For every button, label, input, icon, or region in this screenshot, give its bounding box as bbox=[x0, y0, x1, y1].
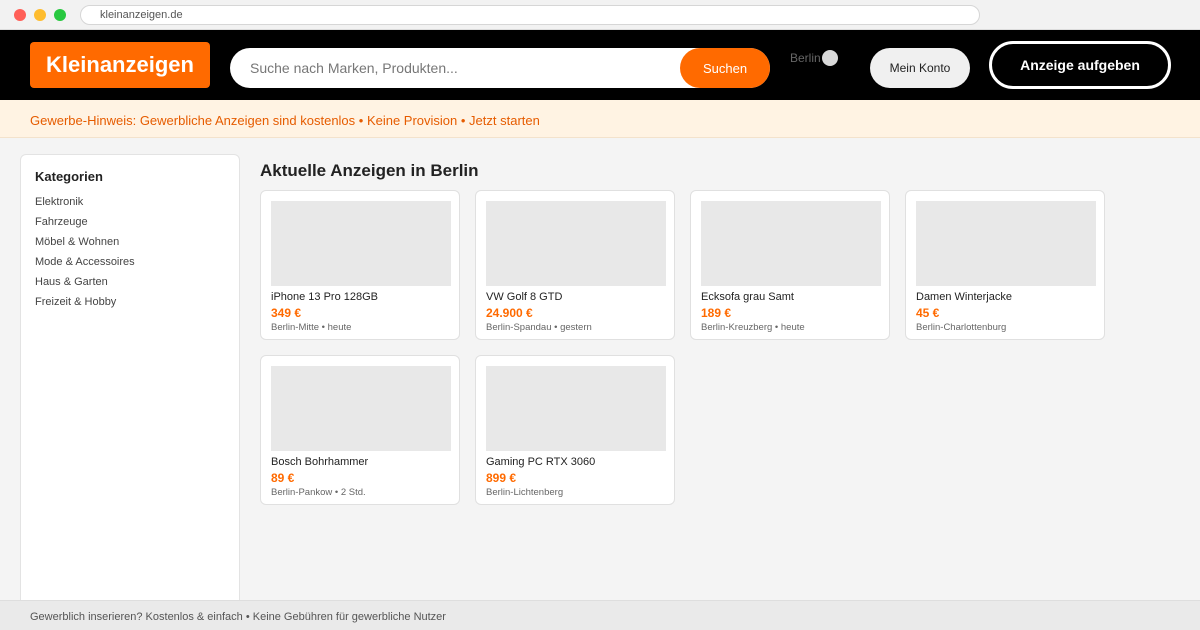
footer-text: Gewerblich inserieren? Kostenlos & einfa… bbox=[30, 611, 446, 623]
category-item-leisure[interactable]: Freizeit & Hobby bbox=[35, 295, 135, 315]
listing-location: Berlin-Lichtenberg bbox=[486, 487, 564, 498]
listing-price: 349 € bbox=[271, 306, 302, 320]
commercial-notice-link[interactable]: Gewerbe-Hinweis: Gewerbliche Anzeigen si… bbox=[30, 113, 540, 128]
notice-banner: Gewerbe-Hinweis: Gewerbliche Anzeigen si… bbox=[0, 100, 1200, 138]
listing-location: Berlin-Pankow • 2 Std. bbox=[271, 487, 366, 498]
listing-card[interactable]: iPhone 13 Pro 128GB 349 € Berlin-Mitte •… bbox=[260, 190, 460, 340]
location-label[interactable]: Berlin bbox=[790, 50, 821, 66]
listing-price: 189 € bbox=[701, 306, 732, 320]
listing-image[interactable] bbox=[271, 366, 451, 451]
listing-title[interactable]: VW Golf 8 GTD bbox=[486, 291, 562, 303]
listing-price: 24.900 € bbox=[486, 306, 533, 320]
address-bar[interactable]: kleinanzeigen.de bbox=[80, 5, 980, 25]
category-item-furniture[interactable]: Möbel & Wohnen bbox=[35, 235, 135, 255]
category-item-fashion[interactable]: Mode & Accessoires bbox=[35, 255, 135, 275]
minimize-window-icon[interactable] bbox=[34, 9, 46, 21]
listing-image[interactable] bbox=[701, 201, 881, 286]
listing-card[interactable]: Gaming PC RTX 3060 899 € Berlin-Lichtenb… bbox=[475, 355, 675, 505]
listing-image[interactable] bbox=[486, 366, 666, 451]
close-window-icon[interactable] bbox=[14, 9, 26, 21]
location-pin-icon[interactable] bbox=[822, 50, 838, 66]
listing-title[interactable]: Gaming PC RTX 3060 bbox=[486, 456, 595, 468]
listing-image[interactable] bbox=[271, 201, 451, 286]
listing-price: 45 € bbox=[916, 306, 940, 320]
site-logo[interactable]: Kleinanzeigen bbox=[30, 42, 210, 88]
listing-image[interactable] bbox=[486, 201, 666, 286]
footer-bar: Gewerblich inserieren? Kostenlos & einfa… bbox=[0, 600, 1200, 630]
category-item-home-garden[interactable]: Haus & Garten bbox=[35, 275, 135, 295]
listing-location: Berlin-Mitte • heute bbox=[271, 322, 352, 333]
listing-location: Berlin-Spandau • gestern bbox=[486, 322, 592, 333]
site-header: Kleinanzeigen Suchen Berlin Mein Konto A… bbox=[0, 30, 1200, 100]
search-input[interactable] bbox=[230, 48, 690, 88]
search-button[interactable]: Suchen bbox=[680, 48, 770, 88]
my-account-button[interactable]: Mein Konto bbox=[870, 48, 970, 88]
listing-card[interactable]: Damen Winterjacke 45 € Berlin-Charlotten… bbox=[905, 190, 1105, 340]
category-sidebar: Kategorien Elektronik Fahrzeuge Möbel & … bbox=[20, 154, 240, 614]
listing-title[interactable]: iPhone 13 Pro 128GB bbox=[271, 291, 378, 303]
listing-title[interactable]: Damen Winterjacke bbox=[916, 291, 1012, 303]
listing-card[interactable]: Ecksofa grau Samt 189 € Berlin-Kreuzberg… bbox=[690, 190, 890, 340]
search-bar: Suche n bbox=[230, 48, 770, 88]
category-item-electronics[interactable]: Elektronik bbox=[35, 195, 135, 215]
post-ad-button[interactable]: Anzeige aufgeben bbox=[989, 41, 1171, 89]
sidebar-title: Kategorien bbox=[35, 169, 103, 184]
listing-card[interactable]: VW Golf 8 GTD 24.900 € Berlin-Spandau • … bbox=[475, 190, 675, 340]
listing-price: 89 € bbox=[271, 471, 295, 485]
listing-price: 899 € bbox=[486, 471, 517, 485]
maximize-window-icon[interactable] bbox=[54, 9, 66, 21]
listing-title[interactable]: Ecksofa grau Samt bbox=[701, 291, 794, 303]
listing-location: Berlin-Charlottenburg bbox=[916, 322, 1007, 333]
listing-title[interactable]: Bosch Bohrhammer bbox=[271, 456, 368, 468]
listing-card[interactable]: Bosch Bohrhammer 89 € Berlin-Pankow • 2 … bbox=[260, 355, 460, 505]
category-item-vehicles[interactable]: Fahrzeuge bbox=[35, 215, 135, 235]
category-list: Elektronik Fahrzeuge Möbel & Wohnen Mode… bbox=[35, 195, 135, 315]
listing-image[interactable] bbox=[916, 201, 1096, 286]
listing-location: Berlin-Kreuzberg • heute bbox=[701, 322, 805, 333]
browser-chrome: kleinanzeigen.de bbox=[0, 0, 1200, 30]
page-title: Aktuelle Anzeigen in Berlin bbox=[260, 161, 479, 180]
